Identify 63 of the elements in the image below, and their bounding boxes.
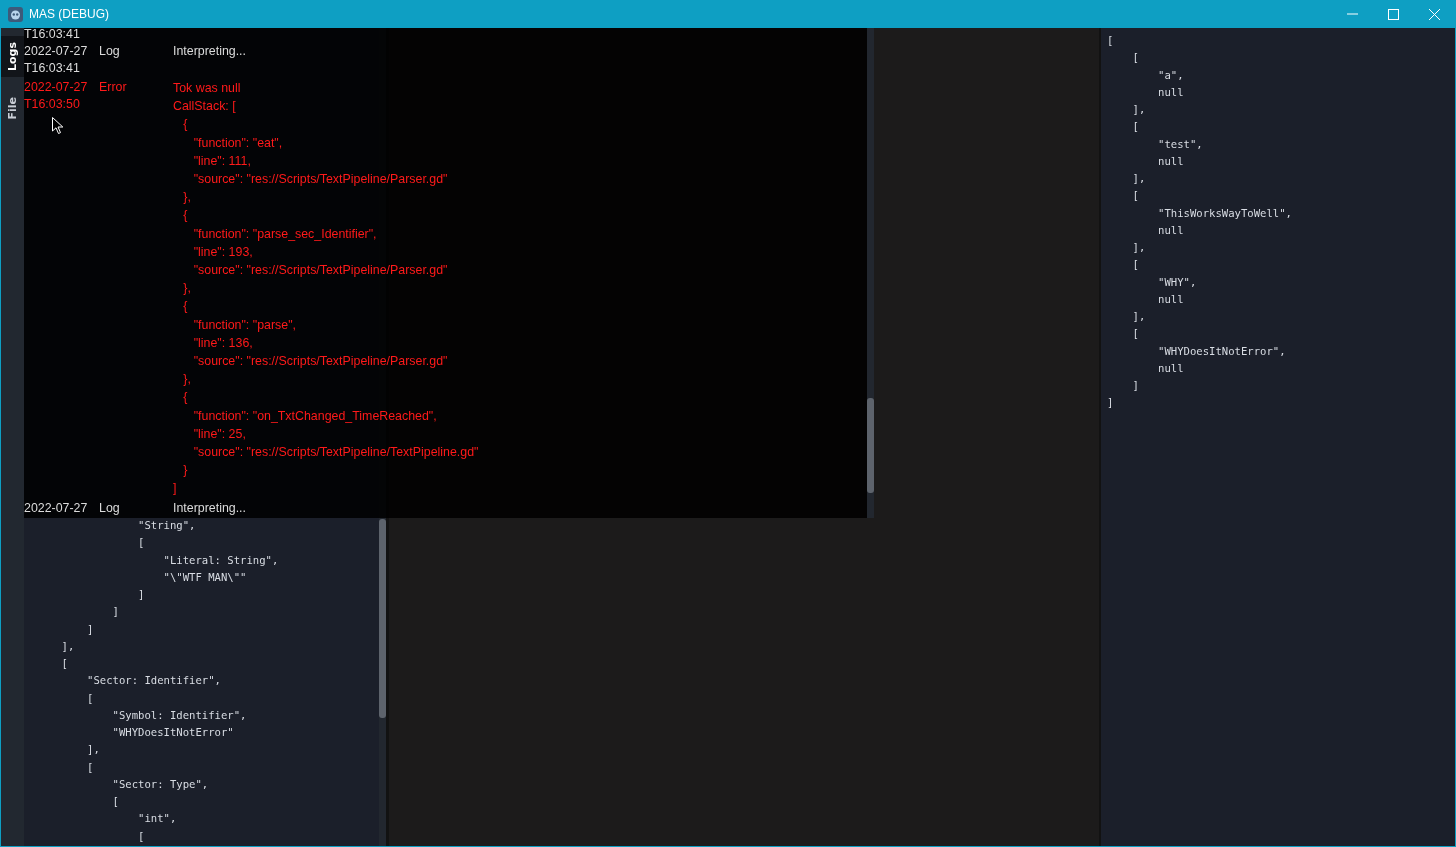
code-line: ], <box>1131 309 1146 324</box>
log-message: Tok was null CallStack: [ { "function": "eat", "line": 111, "source": "res://Scripts/TextPipeline/Parser.gd" }, { "function": "parse_sec_Identifier", "line": 193, "source": "res://Scripts/TextPipeline/Parser.gd" }, { "function": "parse", "line": 136, "source": "res://Scripts/TextPipeline/Parser.gd" }, { "function": "on_TxtChanged_TimeReached", "line": 25, "source": "res://Scripts/TextPipeline/TextPipeline.gd" } ] <box>173 80 479 498</box>
code-line: "ThisWorksWayToWell", <box>1157 205 1292 221</box>
code-line: "int", <box>137 811 177 827</box>
code-line: "test", <box>1157 136 1203 152</box>
code-line: "WHY", <box>1157 274 1197 290</box>
code-line: ], <box>1131 171 1146 186</box>
mouse-pointer-icon <box>52 117 64 135</box>
code-line: ], <box>86 742 100 758</box>
maximize-icon[interactable] <box>1388 8 1399 20</box>
log-level: Error <box>99 79 127 96</box>
log-time: T16:03:41 <box>24 28 80 41</box>
code-line: ], <box>1131 240 1146 255</box>
app-icon <box>8 6 23 22</box>
code-line: "WHYDoesItNotError", <box>1157 343 1286 359</box>
code-line: null <box>1157 360 1184 376</box>
code-line: "\"WTF MAN\"" <box>162 569 247 585</box>
side-tab[interactable]: File <box>1 91 24 126</box>
code-line: ] <box>86 621 94 637</box>
code-line: [ <box>1131 50 1139 66</box>
code-line: [ <box>1131 257 1139 273</box>
code-line: "Sector: Type", <box>111 776 209 792</box>
log-level: Log <box>99 43 120 60</box>
log-time: T16:03:50 <box>24 96 80 113</box>
log-message: Interpreting... <box>173 43 246 60</box>
side-tab[interactable]: Logs <box>1 36 24 77</box>
code-line: ] <box>111 604 119 620</box>
code-line: "Symbol: Identifier", <box>111 707 247 723</box>
log-time: T16:03:41 <box>24 60 80 77</box>
code-line: ] <box>137 587 145 602</box>
window-title: MAS (DEBUG) <box>29 7 110 21</box>
close-icon[interactable] <box>1429 8 1440 20</box>
code-line: [ <box>111 794 119 809</box>
code-line: [ <box>137 828 145 844</box>
code-line: [ <box>86 759 94 775</box>
code-line: [ <box>1131 326 1139 342</box>
scroll-thumb[interactable] <box>867 398 874 493</box>
code-line: [ <box>1131 119 1139 135</box>
code-line: null <box>1157 84 1184 100</box>
scroll-thumb[interactable] <box>379 519 386 718</box>
code-line: [ <box>1131 188 1139 204</box>
code-line: [ <box>60 656 68 671</box>
log-date: 2022-07-27 <box>24 79 88 96</box>
code-line: ], <box>60 638 75 654</box>
code-line: [ <box>137 535 145 551</box>
code-line: ] <box>1107 395 1114 411</box>
log-level: Log <box>99 499 120 517</box>
code-line: "WHYDoesItNotError" <box>111 725 234 740</box>
log-date: 2022-07-27 <box>24 499 88 517</box>
code-line: [ <box>86 690 94 706</box>
code-line: null <box>1157 291 1184 307</box>
code-line: "Sector: Identifier", <box>86 673 221 689</box>
code-line: "a", <box>1157 67 1184 83</box>
code-line: "Literal: String", <box>162 552 279 568</box>
code-line: ] <box>1131 378 1139 393</box>
code-line: "String", <box>137 518 196 533</box>
code-line: null <box>1157 222 1184 238</box>
log-date: 2022-07-27 <box>24 43 88 60</box>
code-line: ], <box>1131 102 1146 117</box>
code-line: null <box>1157 153 1184 169</box>
log-message: Interpreting... <box>173 499 246 517</box>
code-line: [ <box>1107 33 1114 48</box>
scrollbar[interactable] <box>867 28 874 518</box>
